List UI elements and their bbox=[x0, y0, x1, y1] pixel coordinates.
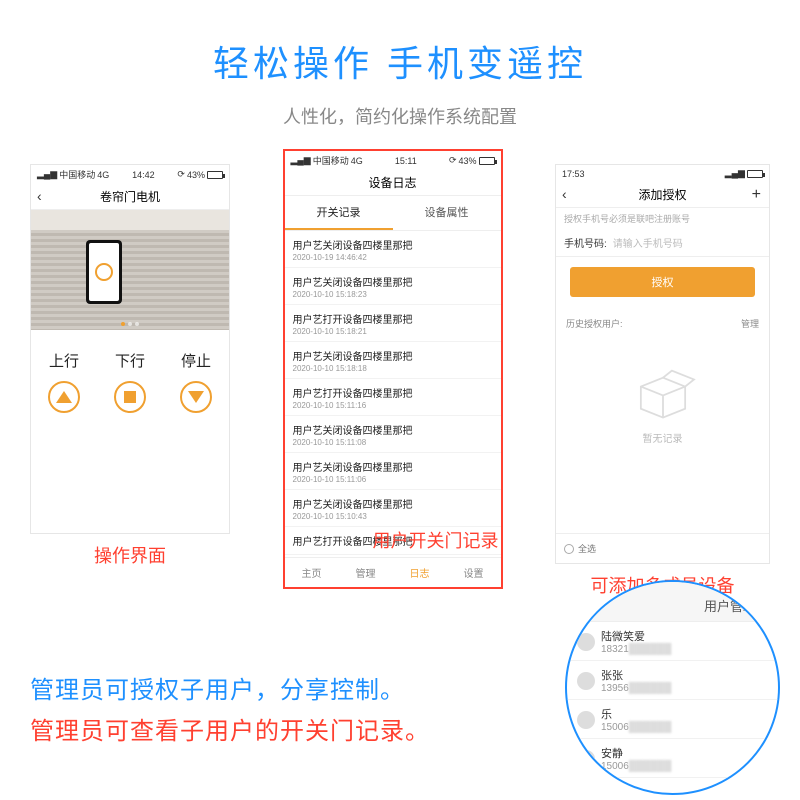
log-tabs: 开关记录 设备属性 bbox=[285, 196, 501, 231]
phone-field-row[interactable]: 手机号码: 请输入手机号码 bbox=[556, 229, 769, 257]
history-label: 历史授权用户: bbox=[566, 317, 623, 330]
screen-title: ‹ 卷帘门电机 bbox=[31, 184, 229, 210]
log-item[interactable]: 用户艺关闭设备四楼里那把2020-10-10 15:18:18 bbox=[285, 342, 501, 379]
nav-manage[interactable]: 管理 bbox=[339, 558, 393, 587]
status-bar: ▂▄▆ 中国移动 4G 14:42 ⟳ 43% bbox=[31, 165, 229, 184]
avatar bbox=[577, 633, 595, 651]
nav-settings[interactable]: 设置 bbox=[447, 558, 501, 587]
status-bar: 17:53 ▂▄▆ bbox=[556, 165, 769, 182]
device-image bbox=[31, 210, 229, 330]
popover-header: 用户管理 bbox=[567, 582, 778, 622]
bottom-nav: 主页 管理 日志 设置 bbox=[285, 557, 501, 587]
empty-state: 暂无记录 bbox=[556, 360, 769, 445]
log-list[interactable]: 用户艺关闭设备四楼里那把2020-10-19 14:46:42用户艺关闭设备四楼… bbox=[285, 231, 501, 557]
avatar bbox=[577, 672, 595, 690]
info-line-2: 管理员可查看子用户的开关门记录。 bbox=[30, 711, 430, 746]
log-item[interactable]: 用户艺关闭设备四楼里那把2020-10-10 15:11:08 bbox=[285, 416, 501, 453]
avatar bbox=[577, 711, 595, 729]
user-management-popover: 用户管理 陆微笑爱18321██████张张13956██████乐15006█… bbox=[565, 580, 780, 795]
authorize-button[interactable]: 授权 bbox=[570, 267, 755, 297]
stop-button[interactable] bbox=[114, 381, 146, 413]
auth-note: 授权手机号必须是联吧注册账号 bbox=[556, 208, 769, 229]
phone-field-label: 手机号码: bbox=[564, 235, 607, 250]
main-title: 轻松操作 手机变遥控 bbox=[0, 0, 800, 87]
log-item[interactable]: 用户艺打开设备四楼里那把2020-10-10 15:18:21 bbox=[285, 305, 501, 342]
square-icon bbox=[124, 391, 136, 403]
triangle-down-icon bbox=[188, 391, 204, 403]
log-item[interactable]: 用户艺关闭设备四楼里那把2020-10-10 15:10:43 bbox=[285, 490, 501, 527]
phone-field-placeholder: 请输入手机号码 bbox=[613, 235, 683, 250]
phone-control-ui: ▂▄▆ 中国移动 4G 14:42 ⟳ 43% ‹ 卷帘门电机 上行 下行 bbox=[30, 164, 230, 534]
tab-switch-records[interactable]: 开关记录 bbox=[285, 196, 393, 230]
user-row[interactable]: 安静15006██████ bbox=[567, 739, 778, 778]
add-icon[interactable]: + bbox=[752, 186, 761, 204]
label-down: 下行 bbox=[114, 350, 146, 371]
history-manage-link[interactable]: 管理 bbox=[741, 317, 759, 330]
back-icon[interactable]: ‹ bbox=[562, 186, 567, 202]
tab-device-props[interactable]: 设备属性 bbox=[393, 196, 501, 230]
label-up: 上行 bbox=[48, 350, 80, 371]
screen-title: ‹ 添加授权 + bbox=[556, 182, 769, 208]
log-item[interactable]: 用户艺关闭设备四楼里那把2020-10-19 14:46:42 bbox=[285, 231, 501, 268]
label-stop: 停止 bbox=[180, 350, 212, 371]
phone-auth-ui: 17:53 ▂▄▆ ‹ 添加授权 + 授权手机号必须是联吧注册账号 手机号码: … bbox=[555, 164, 770, 564]
log-item[interactable]: 用户艺关闭设备四楼里那把2020-10-10 15:11:06 bbox=[285, 453, 501, 490]
log-item[interactable]: 用户艺打开设备四楼里那把2020-10-10 15:11:16 bbox=[285, 379, 501, 416]
user-row[interactable]: 张张13956██████ bbox=[567, 661, 778, 700]
avatar bbox=[577, 750, 595, 768]
screen-title: 设备日志 bbox=[285, 170, 501, 196]
triangle-up-icon bbox=[56, 391, 72, 403]
caption-phone1: 操作界面 bbox=[30, 542, 230, 568]
back-icon[interactable]: ‹ bbox=[37, 188, 42, 204]
empty-box-icon bbox=[627, 360, 699, 422]
log-item[interactable]: 用户艺关闭设备四楼里那把2020-10-10 15:18:23 bbox=[285, 268, 501, 305]
status-bar: ▂▄▆ 中国移动 4G 15:11 ⟳ 43% bbox=[285, 151, 501, 170]
clock: 14:42 bbox=[132, 170, 155, 180]
up-button[interactable] bbox=[48, 381, 80, 413]
down-button[interactable] bbox=[180, 381, 212, 413]
nav-log[interactable]: 日志 bbox=[393, 558, 447, 587]
overlay-log-caption: 用户开关门记录 bbox=[373, 527, 499, 553]
select-all-row[interactable]: 全选 bbox=[556, 533, 769, 563]
user-row[interactable]: 乐15006██████ bbox=[567, 700, 778, 739]
sub-title: 人性化，简约化操作系统配置 bbox=[0, 103, 800, 129]
signal-icon: ▂▄▆ bbox=[37, 169, 57, 180]
user-row[interactable]: 陆微笑爱18321██████ bbox=[567, 622, 778, 661]
phone-log-ui: ▂▄▆ 中国移动 4G 15:11 ⟳ 43% 设备日志 开关记录 设备属性 用… bbox=[283, 149, 503, 589]
radio-icon bbox=[564, 544, 574, 554]
info-line-1: 管理员可授权子用户，分享控制。 bbox=[30, 670, 430, 705]
nav-home[interactable]: 主页 bbox=[285, 558, 339, 587]
